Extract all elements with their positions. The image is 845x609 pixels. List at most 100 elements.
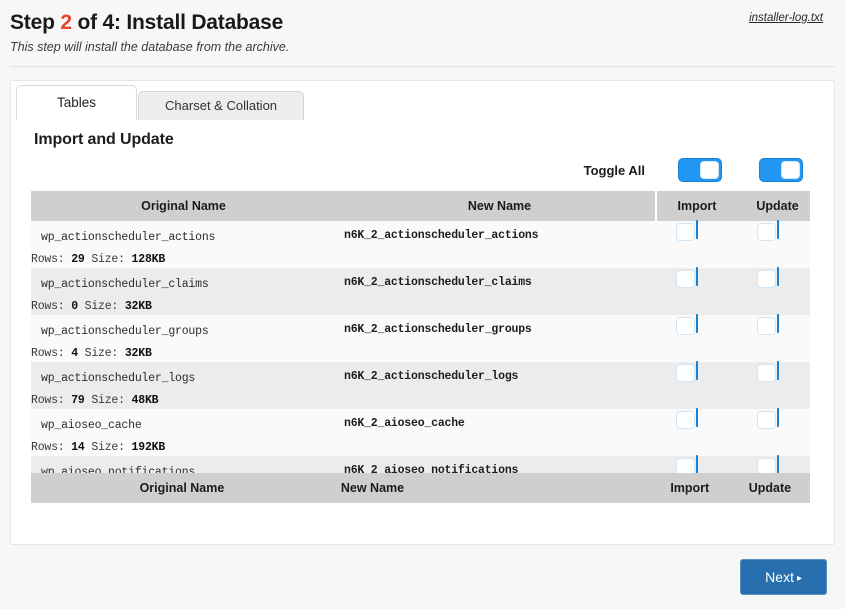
next-button-label: Next: [765, 569, 794, 585]
cell-update: [737, 220, 810, 268]
footer-actions: Next ▸: [10, 559, 835, 595]
row-meta: Rows: 79 Size: 48KB: [31, 394, 336, 407]
row-update-switch[interactable]: [756, 220, 779, 241]
rows-value: 29: [71, 253, 85, 267]
table-row: wp_actionscheduler_claims Rows: 0 Size: …: [31, 267, 810, 315]
table-row: wp_actionscheduler_groups Rows: 4 Size: …: [31, 314, 810, 362]
row-import-switch[interactable]: [675, 455, 698, 476]
cell-import: [656, 361, 737, 409]
rows-value: 14: [71, 441, 85, 455]
cell-import: [656, 220, 737, 268]
tf-update: Update: [748, 481, 792, 495]
row-meta: Rows: 4 Size: 32KB: [31, 347, 336, 360]
cell-new-name: n6K_2_actionscheduler_logs: [336, 362, 656, 409]
toggle-all-update-switch[interactable]: [758, 158, 803, 182]
table-header: Original Name New Name Import Update: [31, 191, 810, 221]
next-button[interactable]: Next ▸: [740, 559, 827, 595]
size-value: 192KB: [131, 441, 166, 455]
switch-knob-icon: [675, 411, 695, 429]
installer-log-link[interactable]: installer-log.txt: [749, 12, 823, 24]
size-label: Size:: [77, 347, 125, 361]
toggle-all-label: Toggle All: [583, 162, 645, 178]
row-import-switch[interactable]: [675, 220, 698, 241]
new-name-text: n6K_2_actionscheduler_claims: [344, 276, 532, 289]
row-meta: Rows: 14 Size: 192KB: [31, 441, 336, 454]
rows-label: Rows:: [31, 347, 72, 361]
table-row: wp_actionscheduler_logs Rows: 79 Size: 4…: [31, 361, 810, 409]
tab-bar: Tables Charset & Collation: [11, 85, 834, 120]
table-header-row: Original Name New Name Import Update: [31, 191, 810, 221]
size-value: 128KB: [131, 253, 166, 267]
original-name-text: wp_actionscheduler_claims: [41, 278, 209, 291]
card-body: Import and Update Toggle All Original Na…: [11, 131, 834, 503]
tf-original-name: Original Name: [139, 481, 225, 495]
switch-knob-icon: [756, 223, 776, 241]
cell-import: [656, 408, 737, 456]
original-name-text: wp_actionscheduler_logs: [41, 372, 196, 385]
rows-label: Rows:: [31, 441, 72, 455]
rows-label: Rows:: [31, 394, 72, 408]
tables-scroll-area[interactable]: Original Name New Name Import Update wp_…: [31, 191, 810, 503]
row-meta: Rows: 29 Size: 128KB: [31, 253, 336, 266]
switch-knob-icon: [675, 364, 695, 382]
cell-original-name: wp_actionscheduler_claims Rows: 0 Size: …: [31, 268, 336, 315]
switch-knob-icon: [699, 161, 719, 179]
rows-value: 4: [71, 347, 78, 361]
row-update-switch[interactable]: [756, 455, 779, 476]
row-import-switch[interactable]: [675, 314, 698, 335]
switch-knob-icon: [756, 317, 776, 335]
th-original-name: Original Name: [31, 191, 336, 221]
tab-tables[interactable]: Tables: [16, 85, 138, 120]
tab-charset-collation[interactable]: Charset & Collation: [138, 91, 305, 120]
cell-new-name: n6K_2_actionscheduler_groups: [336, 315, 656, 362]
rows-value: 0: [71, 300, 78, 314]
rows-value: 79: [71, 394, 85, 408]
new-name-text: n6K_2_actionscheduler_logs: [344, 370, 519, 383]
row-import-switch[interactable]: [675, 408, 698, 429]
size-value: 32KB: [124, 347, 152, 361]
cell-update: [737, 361, 810, 409]
cell-import: [656, 314, 737, 362]
table-row: wp_actionscheduler_actions Rows: 29 Size…: [31, 220, 810, 268]
page-header: Step 2 of 4: Install Database This step …: [0, 0, 845, 54]
toggle-all-update-cell: [740, 158, 821, 182]
cell-new-name: n6K_2_actionscheduler_actions: [336, 221, 656, 268]
tables-table: Original Name New Name Import Update wp_…: [31, 191, 810, 503]
switch-knob-icon: [756, 411, 776, 429]
row-update-switch[interactable]: [756, 361, 779, 382]
original-name-text: wp_actionscheduler_actions: [41, 231, 216, 244]
table-footer-header-row: Original Name New Name Import Update: [31, 473, 810, 503]
cell-update: [737, 267, 810, 315]
row-import-switch[interactable]: [675, 267, 698, 288]
tf-new-name: New Name: [340, 481, 405, 495]
table-row: wp_aioseo_cache Rows: 14 Size: 192KB n6K…: [31, 408, 810, 456]
size-value: 48KB: [131, 394, 159, 408]
cell-original-name: wp_actionscheduler_actions Rows: 29 Size…: [31, 221, 336, 268]
page-title-suffix: of 4: Install Database: [71, 11, 284, 34]
tf-import: Import: [670, 481, 710, 495]
cell-original-name: wp_aioseo_cache Rows: 14 Size: 192KB: [31, 409, 336, 456]
cell-update: [737, 314, 810, 362]
toggle-all-row: Toggle All: [24, 149, 821, 191]
original-name-text: wp_actionscheduler_groups: [41, 325, 209, 338]
rows-label: Rows:: [31, 300, 72, 314]
row-import-switch[interactable]: [675, 361, 698, 382]
page-title: Step 2 of 4: Install Database: [10, 10, 825, 36]
toggle-all-import-cell: [659, 158, 740, 182]
th-update: Update: [737, 191, 810, 221]
switch-knob-icon: [756, 364, 776, 382]
cell-update: [737, 408, 810, 456]
row-update-switch[interactable]: [756, 267, 779, 288]
new-name-text: n6K_2_actionscheduler_groups: [344, 323, 532, 336]
row-update-switch[interactable]: [756, 408, 779, 429]
page-subtitle: This step will install the database from…: [10, 40, 290, 55]
row-update-switch[interactable]: [756, 314, 779, 335]
cell-original-name: wp_actionscheduler_groups Rows: 4 Size: …: [31, 315, 336, 362]
row-meta: Rows: 0 Size: 32KB: [31, 300, 336, 313]
switch-knob-icon: [675, 317, 695, 335]
header-divider: [10, 66, 835, 68]
switch-knob-icon: [675, 270, 695, 288]
size-value: 32KB: [124, 300, 152, 314]
switch-knob-icon: [756, 270, 776, 288]
toggle-all-import-switch[interactable]: [677, 158, 722, 182]
